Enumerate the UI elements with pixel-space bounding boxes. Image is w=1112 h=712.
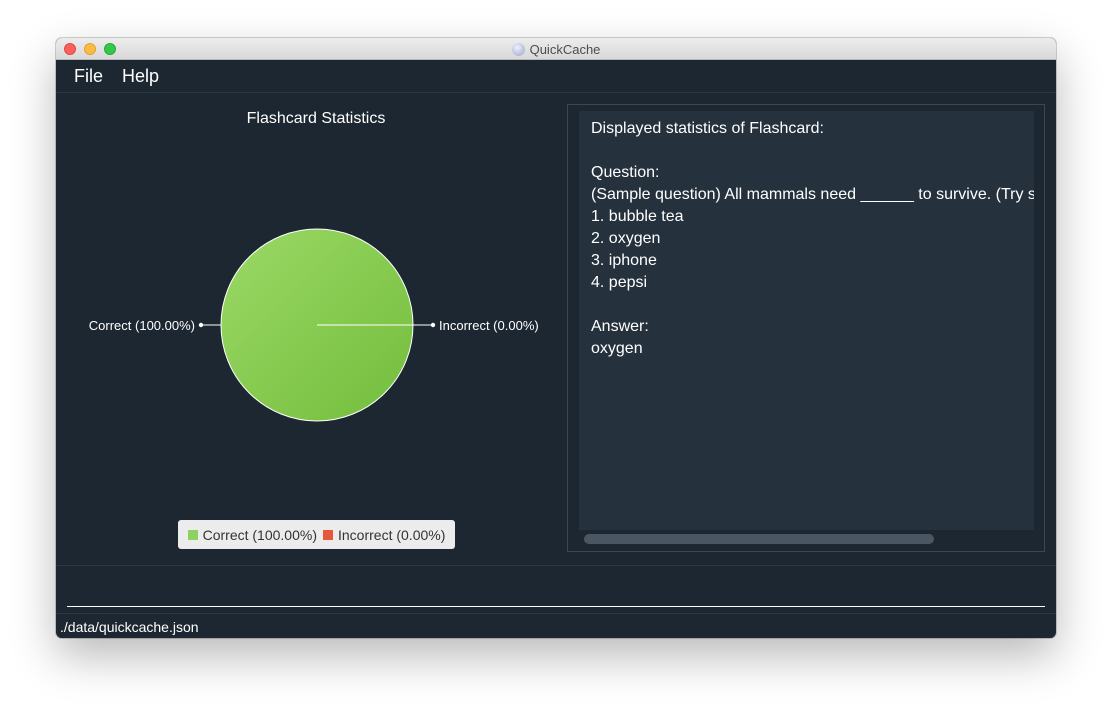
legend-label-correct: Correct (100.00%) bbox=[202, 526, 317, 543]
legend-swatch-correct bbox=[187, 529, 198, 540]
status-bar: ./data/quickcache.json bbox=[56, 613, 1056, 638]
window-title-group: QuickCache bbox=[56, 38, 1056, 60]
title-bar: QuickCache bbox=[56, 38, 1056, 60]
statistics-content: Displayed statistics of Flashcard: Quest… bbox=[591, 118, 1034, 360]
option-3: 3. iphone bbox=[591, 252, 657, 269]
legend-label-incorrect: Incorrect (0.00%) bbox=[338, 526, 446, 543]
question-label: Question: bbox=[591, 164, 660, 181]
option-2: 2. oxygen bbox=[591, 230, 661, 247]
horizontal-scrollbar[interactable] bbox=[584, 534, 934, 544]
main-content: Flashcard Statistics Correct (100.00%) In… bbox=[56, 93, 1056, 565]
menu-bar: File Help bbox=[56, 60, 1056, 93]
pie-slice-incorrect-leader-dot bbox=[430, 322, 436, 328]
pie-slice-correct-leader-dot bbox=[198, 322, 204, 328]
window-title: QuickCache bbox=[529, 41, 601, 57]
app-window: QuickCache File Help Flashcard Statistic… bbox=[56, 38, 1056, 638]
legend-entry-correct: Correct (100.00%) bbox=[187, 526, 317, 543]
legend-entry-incorrect: Incorrect (0.00%) bbox=[323, 527, 445, 543]
legend-swatch-incorrect bbox=[323, 529, 333, 540]
status-file-path: ./data/quickcache.json bbox=[60, 619, 199, 635]
statistics-text-area[interactable]: Displayed statistics of Flashcard: Quest… bbox=[579, 111, 1034, 530]
statistics-panel: Displayed statistics of Flashcard: Quest… bbox=[567, 104, 1045, 552]
option-4: 4. pepsi bbox=[591, 274, 648, 291]
menu-file[interactable]: File bbox=[74, 66, 103, 87]
pie-chart: Correct (100.00%) Incorrect (0.00%) bbox=[89, 228, 539, 422]
command-area bbox=[56, 565, 1056, 613]
command-input[interactable] bbox=[67, 573, 1045, 607]
option-1: 1. bubble tea bbox=[591, 208, 684, 225]
pie-slice-correct-label: Correct (100.00%) bbox=[89, 318, 195, 333]
stats-heading: Displayed statistics of Flashcard: bbox=[591, 120, 824, 137]
menu-help[interactable]: Help bbox=[122, 66, 159, 87]
pie-slice-incorrect-label: Incorrect (0.00%) bbox=[439, 318, 539, 333]
question-text: (Sample question) All mammals need _____… bbox=[591, 186, 1034, 203]
app-icon bbox=[511, 42, 525, 56]
chart-legend: Correct (100.00%) Incorrect (0.00%) bbox=[178, 520, 455, 549]
answer-label: Answer: bbox=[591, 318, 649, 335]
answer-text: oxygen bbox=[591, 340, 643, 357]
